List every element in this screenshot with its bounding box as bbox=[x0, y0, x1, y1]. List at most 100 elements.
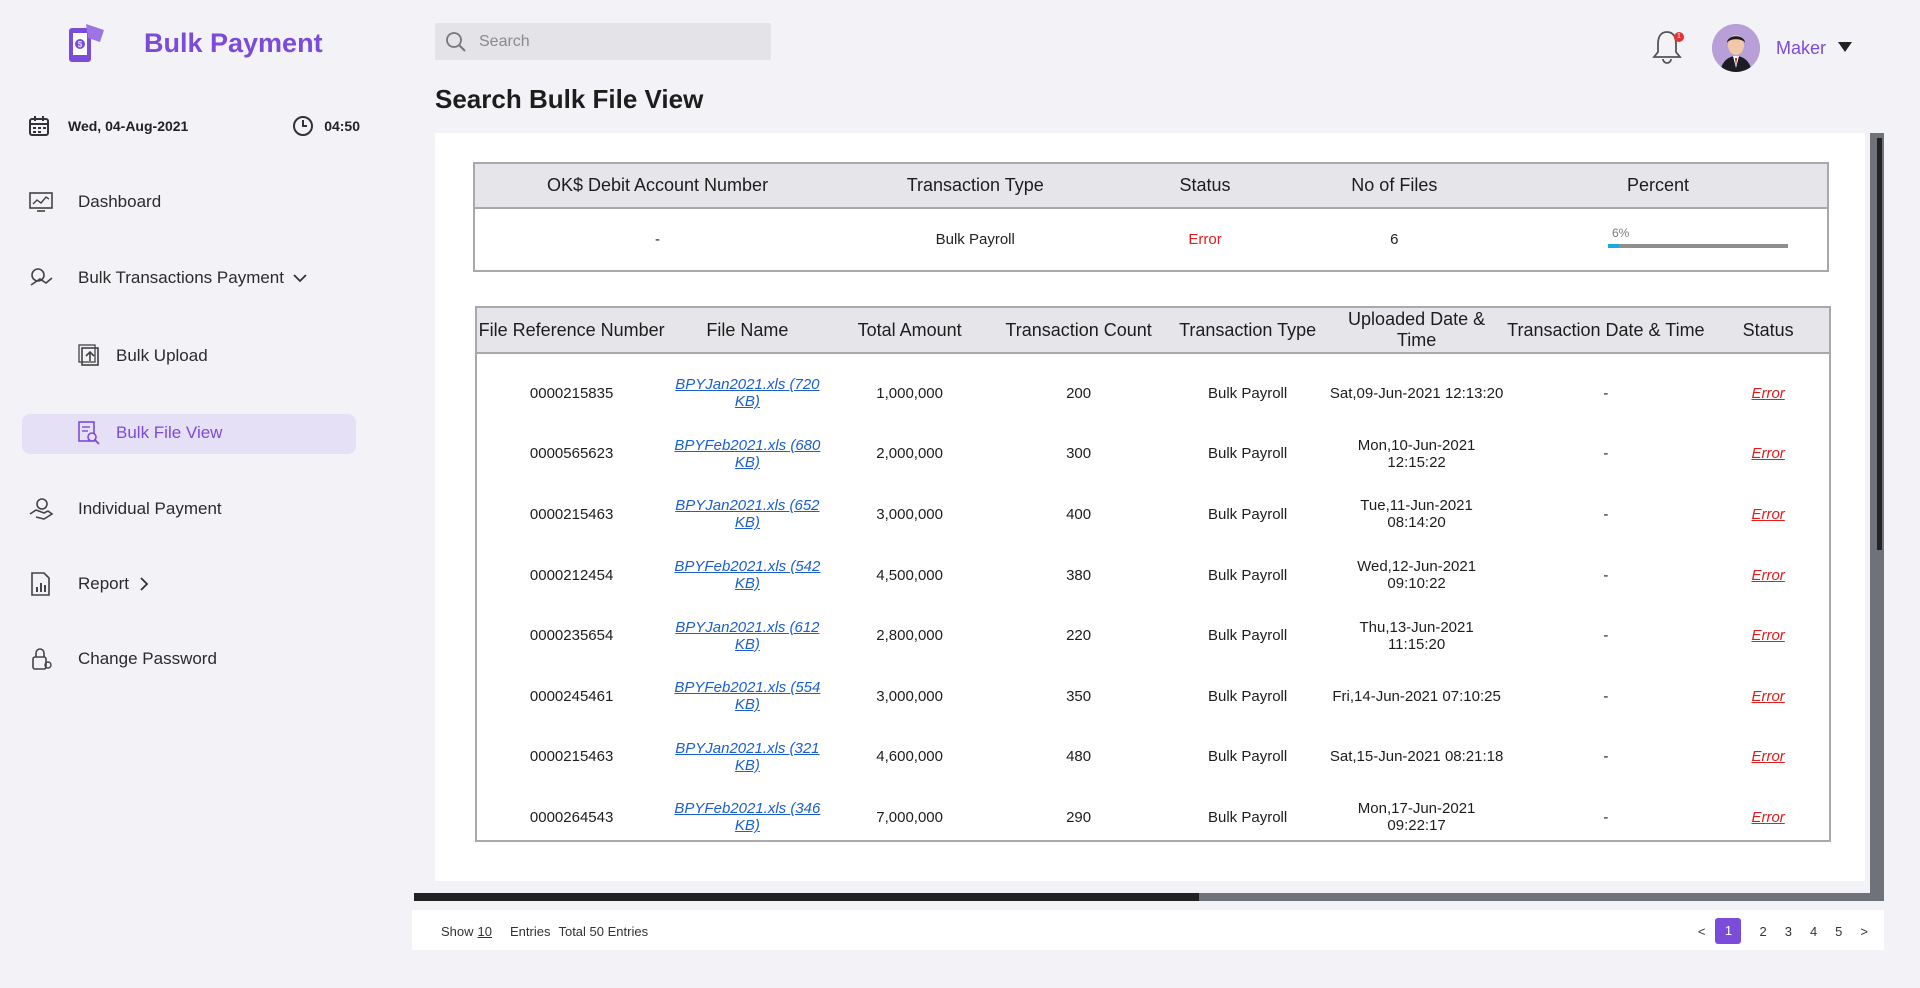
table-cell: Bulk Payroll bbox=[1166, 545, 1328, 606]
file-name-link[interactable]: BPYFeb2021.xls (554 KB) bbox=[674, 679, 820, 713]
transaction-datetime: - bbox=[1603, 566, 1609, 584]
uploaded-datetime: Mon,10-Jun-2021 12:15:22 bbox=[1357, 436, 1476, 471]
table-cell: - bbox=[1504, 727, 1707, 788]
status-link[interactable]: Error bbox=[1751, 385, 1784, 402]
sidebar-item-bulk-upload[interactable]: Bulk Upload bbox=[76, 343, 208, 369]
table-cell: - bbox=[1504, 666, 1707, 727]
file-count: 6 bbox=[1390, 230, 1399, 248]
summary-table: OK$ Debit Account Number Transaction Typ… bbox=[473, 162, 1829, 272]
page-button[interactable]: 5 bbox=[1835, 924, 1842, 939]
sidebar-item-report[interactable]: Report bbox=[28, 571, 149, 597]
uploaded-datetime: Thu,13-Jun-2021 11:15:20 bbox=[1359, 618, 1474, 653]
files-table: File Reference Number File Name Total Am… bbox=[475, 306, 1831, 842]
table-cell: Bulk Payroll bbox=[1166, 484, 1328, 545]
table-cell: - bbox=[1504, 353, 1707, 424]
summary-header-row: OK$ Debit Account Number Transaction Typ… bbox=[475, 164, 1827, 208]
sidebar-item-label: Change Password bbox=[78, 649, 217, 668]
sidebar-item-individual-payment[interactable]: Individual Payment bbox=[28, 496, 222, 522]
file-name-link[interactable]: BPYFeb2021.xls (542 KB) bbox=[674, 558, 820, 592]
next-page-button[interactable]: > bbox=[1860, 924, 1868, 939]
progress-fill bbox=[1608, 244, 1619, 248]
file-name-link[interactable]: BPYFeb2021.xls (680 KB) bbox=[674, 437, 820, 471]
table-cell: BPYFeb2021.xls (346 KB) bbox=[666, 787, 828, 848]
table-cell: Error bbox=[1707, 727, 1829, 788]
table-cell: BPYFeb2021.xls (680 KB) bbox=[666, 424, 828, 485]
status-link[interactable]: Error bbox=[1751, 567, 1784, 584]
status-link[interactable]: Error bbox=[1751, 748, 1784, 765]
money-transfer-icon bbox=[30, 268, 53, 286]
table-cell: Error bbox=[1707, 353, 1829, 424]
prev-page-button[interactable]: < bbox=[1698, 924, 1706, 939]
column-header: OK$ Debit Account Number bbox=[546, 175, 769, 195]
uploaded-datetime: Mon,17-Jun-2021 09:22:17 bbox=[1357, 800, 1476, 835]
table-cell: BPYFeb2021.xls (554 KB) bbox=[666, 666, 828, 727]
table-cell: BPYJan2021.xls (652 KB) bbox=[666, 484, 828, 545]
status-link[interactable]: Error bbox=[1751, 809, 1784, 826]
hand-payment-icon bbox=[29, 498, 54, 520]
transaction-count: 400 bbox=[1066, 505, 1092, 523]
page-size-select[interactable]: 10 bbox=[478, 924, 492, 939]
sidebar-item-bulk-transactions-payment[interactable]: Bulk Transactions Payment bbox=[28, 265, 308, 291]
table-cell: 1,000,000 bbox=[829, 353, 991, 424]
table-row: 0000215463 BPYJan2021.xls (652 KB) 3,000,0… bbox=[477, 484, 1829, 545]
status-link[interactable]: Error bbox=[1751, 445, 1784, 462]
user-name[interactable]: Maker bbox=[1776, 38, 1826, 59]
file-reference: 0000245461 bbox=[529, 687, 614, 705]
transaction-count: 350 bbox=[1066, 687, 1092, 705]
sidebar-item-dashboard[interactable]: Dashboard bbox=[28, 189, 161, 215]
file-name-link[interactable]: BPYJan2021.xls (612 KB) bbox=[675, 619, 819, 653]
table-cell: 480 bbox=[991, 727, 1167, 788]
uploaded-datetime: Sat,15-Jun-2021 08:21:18 bbox=[1329, 748, 1504, 766]
vertical-scrollbar-thumb[interactable] bbox=[1877, 138, 1882, 550]
page-button[interactable]: 2 bbox=[1759, 924, 1766, 939]
file-name-link[interactable]: BPYFeb2021.xls (346 KB) bbox=[674, 800, 820, 834]
sidebar-item-bulk-file-view[interactable]: Bulk File View bbox=[76, 420, 222, 446]
date-time-bar: Wed, 04-Aug-2021 04:50 bbox=[28, 112, 360, 140]
calendar-icon bbox=[29, 116, 49, 136]
sidebar-item-change-password[interactable]: Change Password bbox=[28, 646, 217, 672]
search-input[interactable] bbox=[477, 31, 751, 52]
status-link[interactable]: Error bbox=[1751, 506, 1784, 523]
column-header: Transaction Type bbox=[906, 175, 1044, 195]
table-cell: Mon,10-Jun-2021 12:15:22 bbox=[1329, 424, 1505, 485]
transaction-datetime: - bbox=[1603, 687, 1609, 705]
transaction-type: Bulk Payroll bbox=[1208, 566, 1288, 584]
brand: $ Bulk Payment bbox=[66, 22, 323, 64]
sidebar-item-label: Bulk File View bbox=[116, 423, 223, 442]
debit-account: - bbox=[655, 230, 661, 248]
total-amount: 4,500,000 bbox=[876, 566, 943, 584]
progress-track bbox=[1608, 244, 1788, 248]
transaction-count: 220 bbox=[1066, 627, 1092, 645]
horizontal-scrollbar-thumb[interactable] bbox=[414, 893, 1199, 901]
transaction-datetime: - bbox=[1603, 384, 1609, 402]
file-name-link[interactable]: BPYJan2021.xls (720 KB) bbox=[675, 376, 819, 410]
upload-file-icon bbox=[78, 344, 99, 366]
table-cell: Bulk Payroll bbox=[1166, 424, 1328, 485]
column-header: Status bbox=[1742, 319, 1794, 340]
status-link[interactable]: Error bbox=[1751, 627, 1784, 644]
file-name-link[interactable]: BPYJan2021.xls (321 KB) bbox=[675, 740, 819, 774]
total-amount: 7,000,000 bbox=[876, 808, 943, 826]
percent-cell: 6% bbox=[1489, 208, 1827, 269]
table-cell: - bbox=[1504, 605, 1707, 666]
clock-icon bbox=[293, 116, 314, 136]
transaction-type: Bulk Payroll bbox=[935, 230, 1015, 248]
page-button[interactable]: 4 bbox=[1810, 924, 1817, 939]
transaction-type: Bulk Payroll bbox=[1208, 445, 1288, 463]
table-cell: Mon,17-Jun-2021 09:22:17 bbox=[1329, 787, 1505, 848]
page-button[interactable]: 1 bbox=[1715, 918, 1742, 944]
uploaded-datetime: Fri,14-Jun-2021 07:10:25 bbox=[1332, 687, 1501, 705]
progress-bar: 6% bbox=[1608, 226, 1788, 248]
caret-down-icon[interactable] bbox=[1838, 42, 1852, 52]
avatar[interactable] bbox=[1712, 24, 1760, 72]
table-cell: Bulk Payroll bbox=[1166, 727, 1328, 788]
transaction-count: 300 bbox=[1066, 445, 1092, 463]
table-cell: 0000215463 bbox=[477, 727, 666, 788]
transaction-datetime: - bbox=[1603, 445, 1609, 463]
transaction-datetime: - bbox=[1603, 627, 1609, 645]
file-name-link[interactable]: BPYJan2021.xls (652 KB) bbox=[675, 497, 819, 531]
status-link[interactable]: Error bbox=[1751, 688, 1784, 705]
table-cell: Tue,11-Jun-2021 08:14:20 bbox=[1329, 484, 1505, 545]
page-button[interactable]: 3 bbox=[1785, 924, 1792, 939]
column-header: Uploaded Date & Time bbox=[1348, 309, 1486, 350]
